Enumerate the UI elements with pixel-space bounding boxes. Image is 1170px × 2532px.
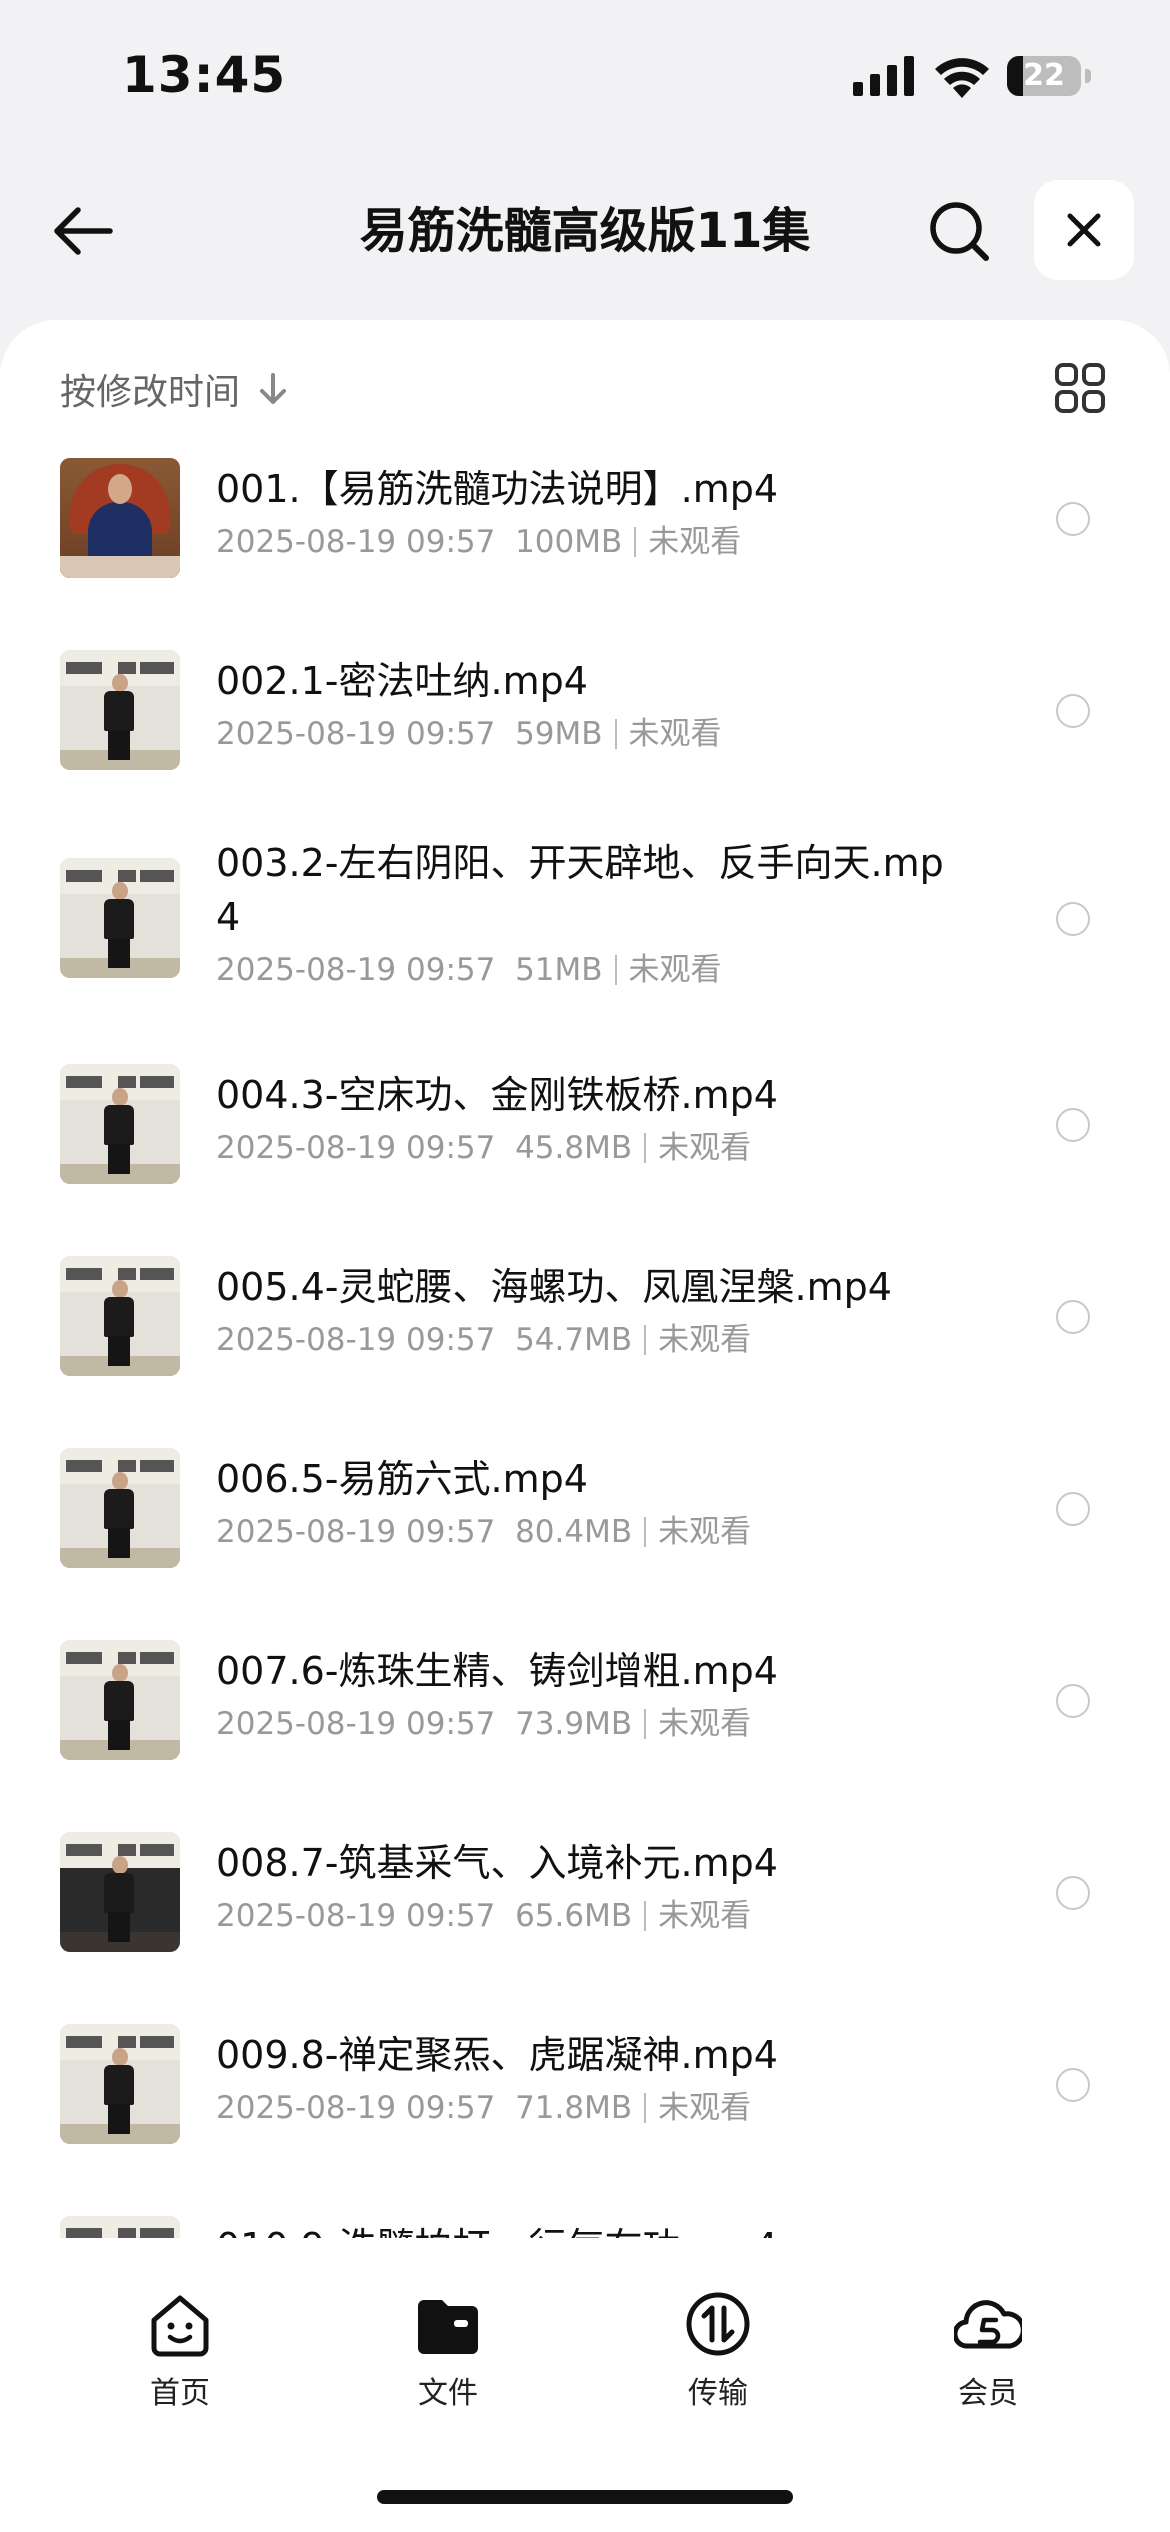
file-date: 2025-08-19 09:57	[216, 1322, 496, 1358]
arrow-down-icon	[260, 373, 287, 404]
watch-status: 未观看	[628, 952, 722, 988]
file-size: 51MB	[515, 952, 603, 988]
select-radio[interactable]	[1056, 1108, 1090, 1142]
video-thumbnail	[60, 1832, 180, 1952]
file-size: 73.9MB	[515, 1706, 633, 1742]
file-date: 2025-08-19 09:57	[216, 524, 496, 560]
file-name: 009.8-禅定聚炁、虎踞凝神.mp4	[216, 2033, 778, 2077]
video-thumbnail	[60, 1448, 180, 1568]
tab-label: 会员	[958, 2376, 1018, 2411]
watch-status: 未观看	[658, 2090, 752, 2126]
file-meta: 2025-08-19 09:57 71.8MB 未观看	[216, 2086, 751, 2130]
watch-status: 未观看	[648, 524, 742, 560]
select-radio[interactable]	[1056, 502, 1090, 536]
status-bar: 13:45 22	[0, 0, 1170, 150]
watch-status: 未观看	[658, 1322, 752, 1358]
video-thumbnail	[60, 858, 180, 978]
search-button[interactable]	[924, 196, 996, 268]
tab-membership[interactable]: 会员	[888, 2290, 1088, 2411]
video-thumbnail	[60, 2024, 180, 2144]
close-button[interactable]	[1034, 180, 1134, 280]
select-radio[interactable]	[1056, 2068, 1090, 2102]
battery-icon: 22	[1007, 56, 1093, 96]
close-icon	[1067, 213, 1101, 247]
file-name: 008.7-筑基采气、入境补元.mp4	[216, 1841, 778, 1885]
select-radio[interactable]	[1056, 1300, 1090, 1334]
sort-selector[interactable]: 按修改时间	[60, 364, 288, 414]
sort-label: 按修改时间	[60, 372, 241, 413]
file-date: 2025-08-19 09:57	[216, 1514, 496, 1550]
arrow-left-icon	[54, 207, 113, 255]
file-meta: 2025-08-19 09:57 59MB 未观看	[216, 712, 722, 756]
watch-status: 未观看	[658, 1514, 752, 1550]
video-thumbnail	[60, 1256, 180, 1376]
file-size: 71.8MB	[515, 2090, 633, 2126]
select-radio[interactable]	[1056, 694, 1090, 728]
select-radio[interactable]	[1056, 902, 1090, 936]
transfer-icon	[686, 2292, 750, 2356]
file-size: 54.7MB	[515, 1322, 633, 1358]
file-meta: 2025-08-19 09:57 51MB 未观看	[216, 948, 722, 992]
file-date: 2025-08-19 09:57	[216, 952, 496, 988]
file-meta: 2025-08-19 09:57 100MB 未观看	[216, 520, 741, 564]
file-name: 005.4-灵蛇腰、海螺功、凤凰涅槃.mp4	[216, 1265, 892, 1309]
file-date: 2025-08-19 09:57	[216, 1706, 496, 1742]
video-thumbnail	[60, 1640, 180, 1760]
membership-cloud-icon	[954, 2300, 1022, 2349]
file-name: 006.5-易筋六式.mp4	[216, 1457, 588, 1501]
file-size: 59MB	[515, 716, 603, 752]
home-indicator	[377, 2490, 793, 2504]
select-radio[interactable]	[1056, 1492, 1090, 1526]
file-date: 2025-08-19 09:57	[216, 716, 496, 752]
file-name: 002.1-密法吐纳.mp4	[216, 659, 588, 703]
tab-label: 传输	[688, 2376, 748, 2411]
video-thumbnail	[60, 458, 180, 578]
select-radio[interactable]	[1056, 1876, 1090, 1910]
home-face-icon	[151, 2295, 209, 2357]
watch-status: 未观看	[658, 1130, 752, 1166]
tab-transfer[interactable]: 传输	[618, 2290, 818, 2411]
grid-view-icon[interactable]	[1054, 362, 1106, 414]
file-meta: 2025-08-19 09:57 80.4MB 未观看	[216, 1510, 751, 1554]
file-size: 100MB	[515, 524, 623, 560]
wifi-icon	[935, 58, 989, 98]
search-icon	[930, 202, 989, 261]
back-button[interactable]	[48, 196, 118, 266]
folder-icon	[418, 2300, 478, 2354]
file-meta: 2025-08-19 09:57 54.7MB 未观看	[216, 1318, 751, 1362]
file-name: 004.3-空床功、金刚铁板桥.mp4	[216, 1073, 778, 1117]
video-thumbnail	[60, 1064, 180, 1184]
watch-status: 未观看	[628, 716, 722, 752]
file-meta: 2025-08-19 09:57 45.8MB 未观看	[216, 1126, 751, 1170]
file-meta: 2025-08-19 09:57 73.9MB 未观看	[216, 1702, 751, 1746]
select-radio[interactable]	[1056, 1684, 1090, 1718]
file-date: 2025-08-19 09:57	[216, 1898, 496, 1934]
cellular-signal-icon	[853, 56, 914, 96]
file-size: 65.6MB	[515, 1898, 633, 1934]
file-list-panel: 按修改时间 001.【易筋洗髓功法说明】.mp4 2025-08-19 09:5…	[0, 320, 1170, 2270]
tab-home[interactable]: 首页	[80, 2290, 280, 2411]
file-name: 007.6-炼珠生精、铸剑增粗.mp4	[216, 1649, 778, 1693]
file-date: 2025-08-19 09:57	[216, 1130, 496, 1166]
file-date: 2025-08-19 09:57	[216, 2090, 496, 2126]
file-size: 80.4MB	[515, 1514, 633, 1550]
video-thumbnail	[60, 650, 180, 770]
file-name: 001.【易筋洗髓功法说明】.mp4	[216, 467, 779, 511]
tab-label: 文件	[418, 2376, 478, 2411]
file-size: 45.8MB	[515, 1130, 633, 1166]
file-meta: 2025-08-19 09:57 65.6MB 未观看	[216, 1894, 751, 1938]
tab-label: 首页	[150, 2376, 210, 2411]
status-time: 13:45	[122, 46, 287, 104]
watch-status: 未观看	[658, 1898, 752, 1934]
battery-level: 22	[1023, 58, 1065, 93]
watch-status: 未观看	[658, 1706, 752, 1742]
page-title: 易筋洗髓高级版11集	[359, 203, 811, 259]
file-name: 003.2-左右阴阳、开天辟地、反手向天.mp4	[216, 841, 944, 939]
tab-files[interactable]: 文件	[348, 2290, 548, 2411]
